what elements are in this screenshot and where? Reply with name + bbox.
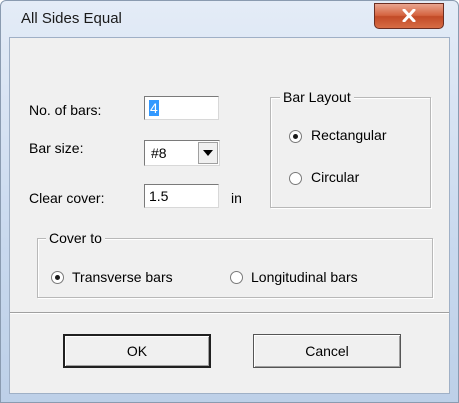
num-bars-input[interactable]: 4 — [144, 96, 219, 120]
button-separator — [10, 312, 449, 314]
dialog-body: No. of bars: 4 Bar size: #8 Clear cover:… — [9, 37, 450, 394]
clear-cover-value: 1.5 — [149, 188, 169, 204]
num-bars-label: No. of bars: — [29, 102, 102, 118]
circular-radio[interactable] — [289, 172, 302, 185]
cancel-button[interactable]: Cancel — [253, 334, 401, 368]
bar-size-select[interactable]: #8 — [144, 140, 220, 166]
transverse-bars-label[interactable]: Transverse bars — [72, 269, 173, 285]
radio-selected-dot — [55, 275, 60, 280]
longitudinal-bars-label[interactable]: Longitudinal bars — [251, 269, 358, 285]
bar-layout-title: Bar Layout — [280, 89, 354, 105]
cover-to-group: Cover to Transverse bars Longitudinal ba… — [37, 230, 433, 298]
radio-selected-dot — [293, 134, 298, 139]
longitudinal-bars-radio[interactable] — [230, 271, 243, 284]
transverse-bars-radio[interactable] — [51, 271, 64, 284]
clear-cover-label: Clear cover: — [29, 190, 105, 206]
bar-layout-group: Bar Layout Rectangular Circular — [270, 89, 431, 208]
close-icon — [402, 9, 416, 22]
bar-size-label: Bar size: — [29, 140, 84, 156]
clear-cover-unit: in — [231, 190, 242, 206]
bar-size-value: #8 — [151, 145, 167, 161]
bar-size-dropdown-button[interactable] — [198, 142, 218, 164]
dialog-window: All Sides Equal No. of bars: 4 Bar size:… — [0, 0, 459, 403]
clear-cover-input[interactable]: 1.5 — [144, 184, 219, 208]
num-bars-value: 4 — [149, 100, 159, 116]
cover-to-title: Cover to — [46, 230, 105, 246]
circular-label[interactable]: Circular — [311, 169, 359, 185]
rectangular-radio[interactable] — [289, 130, 302, 143]
ok-button[interactable]: OK — [63, 334, 211, 368]
close-button[interactable] — [374, 3, 444, 29]
dialog-title: All Sides Equal — [21, 10, 122, 27]
chevron-down-icon — [203, 150, 213, 156]
title-bar[interactable]: All Sides Equal — [1, 1, 458, 37]
rectangular-label[interactable]: Rectangular — [311, 127, 387, 143]
